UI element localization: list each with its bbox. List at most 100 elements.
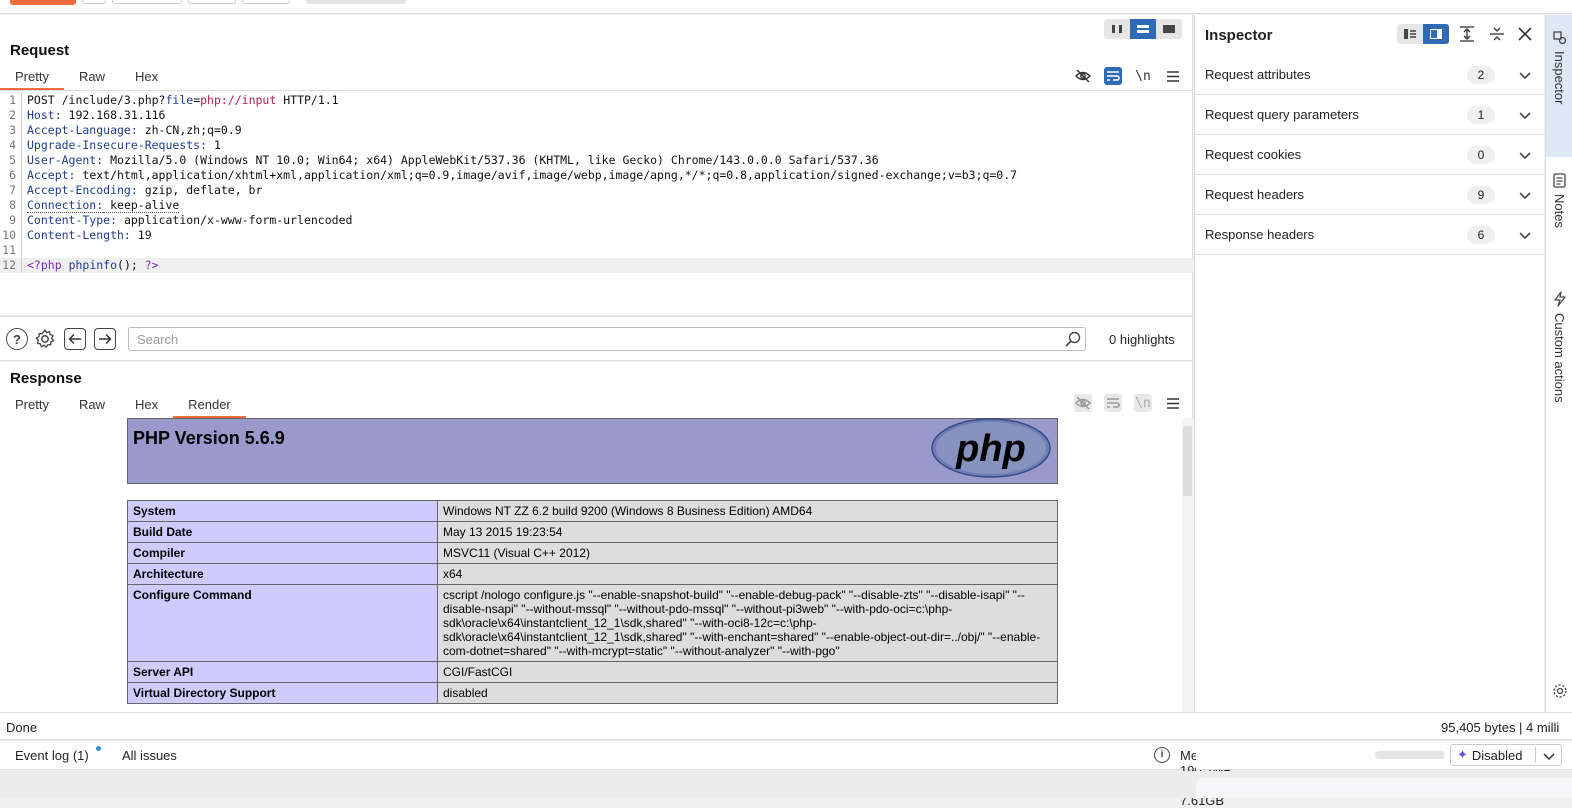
search-icon <box>1065 331 1081 347</box>
code-line[interactable]: 7 Accept-Encoding: gzip, deflate, br <box>0 183 1193 198</box>
code-line[interactable]: 12 <?php phpinfo(); ?> <box>0 258 1193 273</box>
burp-repeater-window: Request Pretty Raw Hex \n 1 POST /include/3… <box>0 0 1572 808</box>
hide-eye-icon[interactable] <box>1074 67 1092 85</box>
chevron-down-icon[interactable] <box>1517 227 1533 243</box>
menu-icon[interactable] <box>1164 394 1182 412</box>
status-text: Done <box>6 720 38 735</box>
hide-eye-icon <box>1074 394 1092 412</box>
back-button[interactable] <box>188 0 236 4</box>
chevron-down-icon[interactable] <box>1517 187 1533 203</box>
collapse-all-icon[interactable] <box>1487 24 1507 44</box>
render-view[interactable]: PHP Version 5.6.9 php System Windows NT Z… <box>0 418 1193 712</box>
response-tab-render[interactable]: Render <box>173 395 246 418</box>
line-number: 10 <box>0 228 22 243</box>
ai-status-button[interactable]: ✦ Disabled <box>1450 744 1562 766</box>
code-line[interactable]: 3 Accept-Language: zh-CN,zh;q=0.9 <box>0 123 1193 138</box>
inspector-section-request-query-parameters[interactable]: Request query parameters 1 <box>1195 95 1545 135</box>
code-line[interactable]: 11 <box>0 243 1193 258</box>
info-icon[interactable]: i <box>1154 747 1170 763</box>
line-number: 4 <box>0 138 22 153</box>
response-tabs: Pretty Raw Hex Render <box>0 395 246 418</box>
response-tab-raw[interactable]: Raw <box>64 395 120 415</box>
layout-tabs-icon[interactable] <box>1156 19 1182 39</box>
code-line[interactable]: 2 Host: 192.168.31.116 <box>0 108 1193 123</box>
ai-status-label: Disabled <box>1471 747 1523 763</box>
cancel-button[interactable] <box>82 0 106 4</box>
rail-item-custom-actions[interactable]: Custom actions <box>1546 287 1572 447</box>
search-input[interactable] <box>128 327 1086 351</box>
line-content: Accept: text/html,application/xhtml+xml,… <box>22 168 1017 183</box>
code-line[interactable]: 9 Content-Type: application/x-www-form-ur… <box>0 213 1193 228</box>
render-scroll-thumb[interactable] <box>1183 426 1192 496</box>
layout-stacked-icon[interactable] <box>1130 19 1156 39</box>
gear-icon[interactable] <box>34 328 56 350</box>
send-button[interactable] <box>10 0 76 5</box>
next-match-icon[interactable] <box>94 328 116 350</box>
event-log-link[interactable]: Event log (1) <box>15 748 89 763</box>
line-number: 11 <box>0 243 22 258</box>
phpinfo-value: x64 <box>437 563 1058 585</box>
inspector-section-request-cookies[interactable]: Request cookies 0 <box>1195 135 1545 175</box>
bottom-bar: Event log (1) All issues i Memory: 190.2… <box>0 741 1232 808</box>
inspector-section-label: Request cookies <box>1205 147 1302 162</box>
previous-match-icon[interactable] <box>64 328 86 350</box>
newline-toggle-icon[interactable]: \n <box>1134 67 1152 85</box>
table-row: System Windows NT ZZ 6.2 build 9200 (Wind… <box>127 500 1058 522</box>
newline-toggle-icon: \n <box>1134 394 1152 412</box>
phpinfo-value: MSVC11 (Visual C++ 2012) <box>437 542 1058 564</box>
close-icon[interactable] <box>1515 24 1535 44</box>
code-line[interactable]: 6 Accept: text/html,application/xhtml+xml… <box>0 168 1193 183</box>
request-tab-pretty[interactable]: Pretty <box>0 67 64 90</box>
chevron-down-icon[interactable] <box>1541 748 1557 764</box>
request-panel: Request Pretty Raw Hex \n 1 POST /include/3… <box>0 15 1193 315</box>
wrap-lines-icon[interactable] <box>1104 67 1122 85</box>
inspector-layout-panel-icon[interactable] <box>1423 24 1449 44</box>
request-tab-raw[interactable]: Raw <box>64 67 120 87</box>
side-rail: Inspector Notes Custom actions <box>1545 15 1572 712</box>
chevron-down-icon[interactable] <box>1517 107 1533 123</box>
line-content: Connection: keep-alive <box>22 198 180 213</box>
rail-item-inspector[interactable]: Inspector <box>1546 15 1572 157</box>
all-issues-link[interactable]: All issues <box>122 748 177 763</box>
rail-label-custom-actions: Custom actions <box>1552 313 1567 403</box>
menu-icon[interactable] <box>1164 67 1182 85</box>
settings-gear-icon[interactable] <box>1552 683 1568 699</box>
chevron-down-icon[interactable] <box>1517 67 1533 83</box>
code-line[interactable]: 4 Upgrade-Insecure-Requests: 1 <box>0 138 1193 153</box>
code-line[interactable]: 5 User-Agent: Mozilla/5.0 (Windows NT 10.… <box>0 153 1193 168</box>
forward-button[interactable] <box>242 0 290 4</box>
help-icon[interactable]: ? <box>6 328 28 350</box>
inspector-layout-toggle[interactable] <box>1397 24 1449 44</box>
code-line[interactable]: 1 POST /include/3.php?file=php://input HT… <box>0 93 1193 108</box>
line-number: 5 <box>0 153 22 168</box>
line-content: Accept-Language: zh-CN,zh;q=0.9 <box>22 123 242 138</box>
request-editor[interactable]: 1 POST /include/3.php?file=php://input HT… <box>0 93 1193 273</box>
count-badge: 0 <box>1467 146 1495 164</box>
highlight-count: 0 highlights <box>1109 332 1175 347</box>
layout-side-by-side-icon[interactable] <box>1104 19 1130 39</box>
inspector-section-label: Request query parameters <box>1205 107 1359 122</box>
history-dropdown[interactable] <box>112 0 182 4</box>
chevron-down-icon[interactable] <box>1517 147 1533 163</box>
code-token: ?> <box>144 258 159 272</box>
table-row: Architecture x64 <box>127 563 1058 585</box>
expand-all-icon[interactable] <box>1457 24 1477 44</box>
sparkle-icon: ✦ <box>1457 747 1468 762</box>
rail-item-notes[interactable]: Notes <box>1546 167 1572 267</box>
inspector-layout-list-icon[interactable] <box>1397 24 1423 44</box>
request-tab-hex[interactable]: Hex <box>120 67 173 87</box>
layout-toggle[interactable] <box>1104 19 1182 39</box>
inspector-section-request-headers[interactable]: Request headers 9 <box>1195 175 1545 215</box>
wrap-lines-icon <box>1104 394 1122 412</box>
response-tab-hex[interactable]: Hex <box>120 395 173 415</box>
inspector-section-response-headers[interactable]: Response headers 6 <box>1195 215 1545 255</box>
code-line[interactable]: 8 Connection: keep-alive <box>0 198 1193 213</box>
line-content: Content-Type: application/x-www-form-url… <box>22 213 352 228</box>
count-badge: 9 <box>1467 186 1495 204</box>
code-line[interactable]: 10 Content-Length: 19 <box>0 228 1193 243</box>
line-number: 7 <box>0 183 22 198</box>
response-tab-pretty[interactable]: Pretty <box>0 395 64 415</box>
inspector-section-request-attributes[interactable]: Request attributes 2 <box>1195 55 1545 95</box>
target-field[interactable] <box>306 0 406 4</box>
